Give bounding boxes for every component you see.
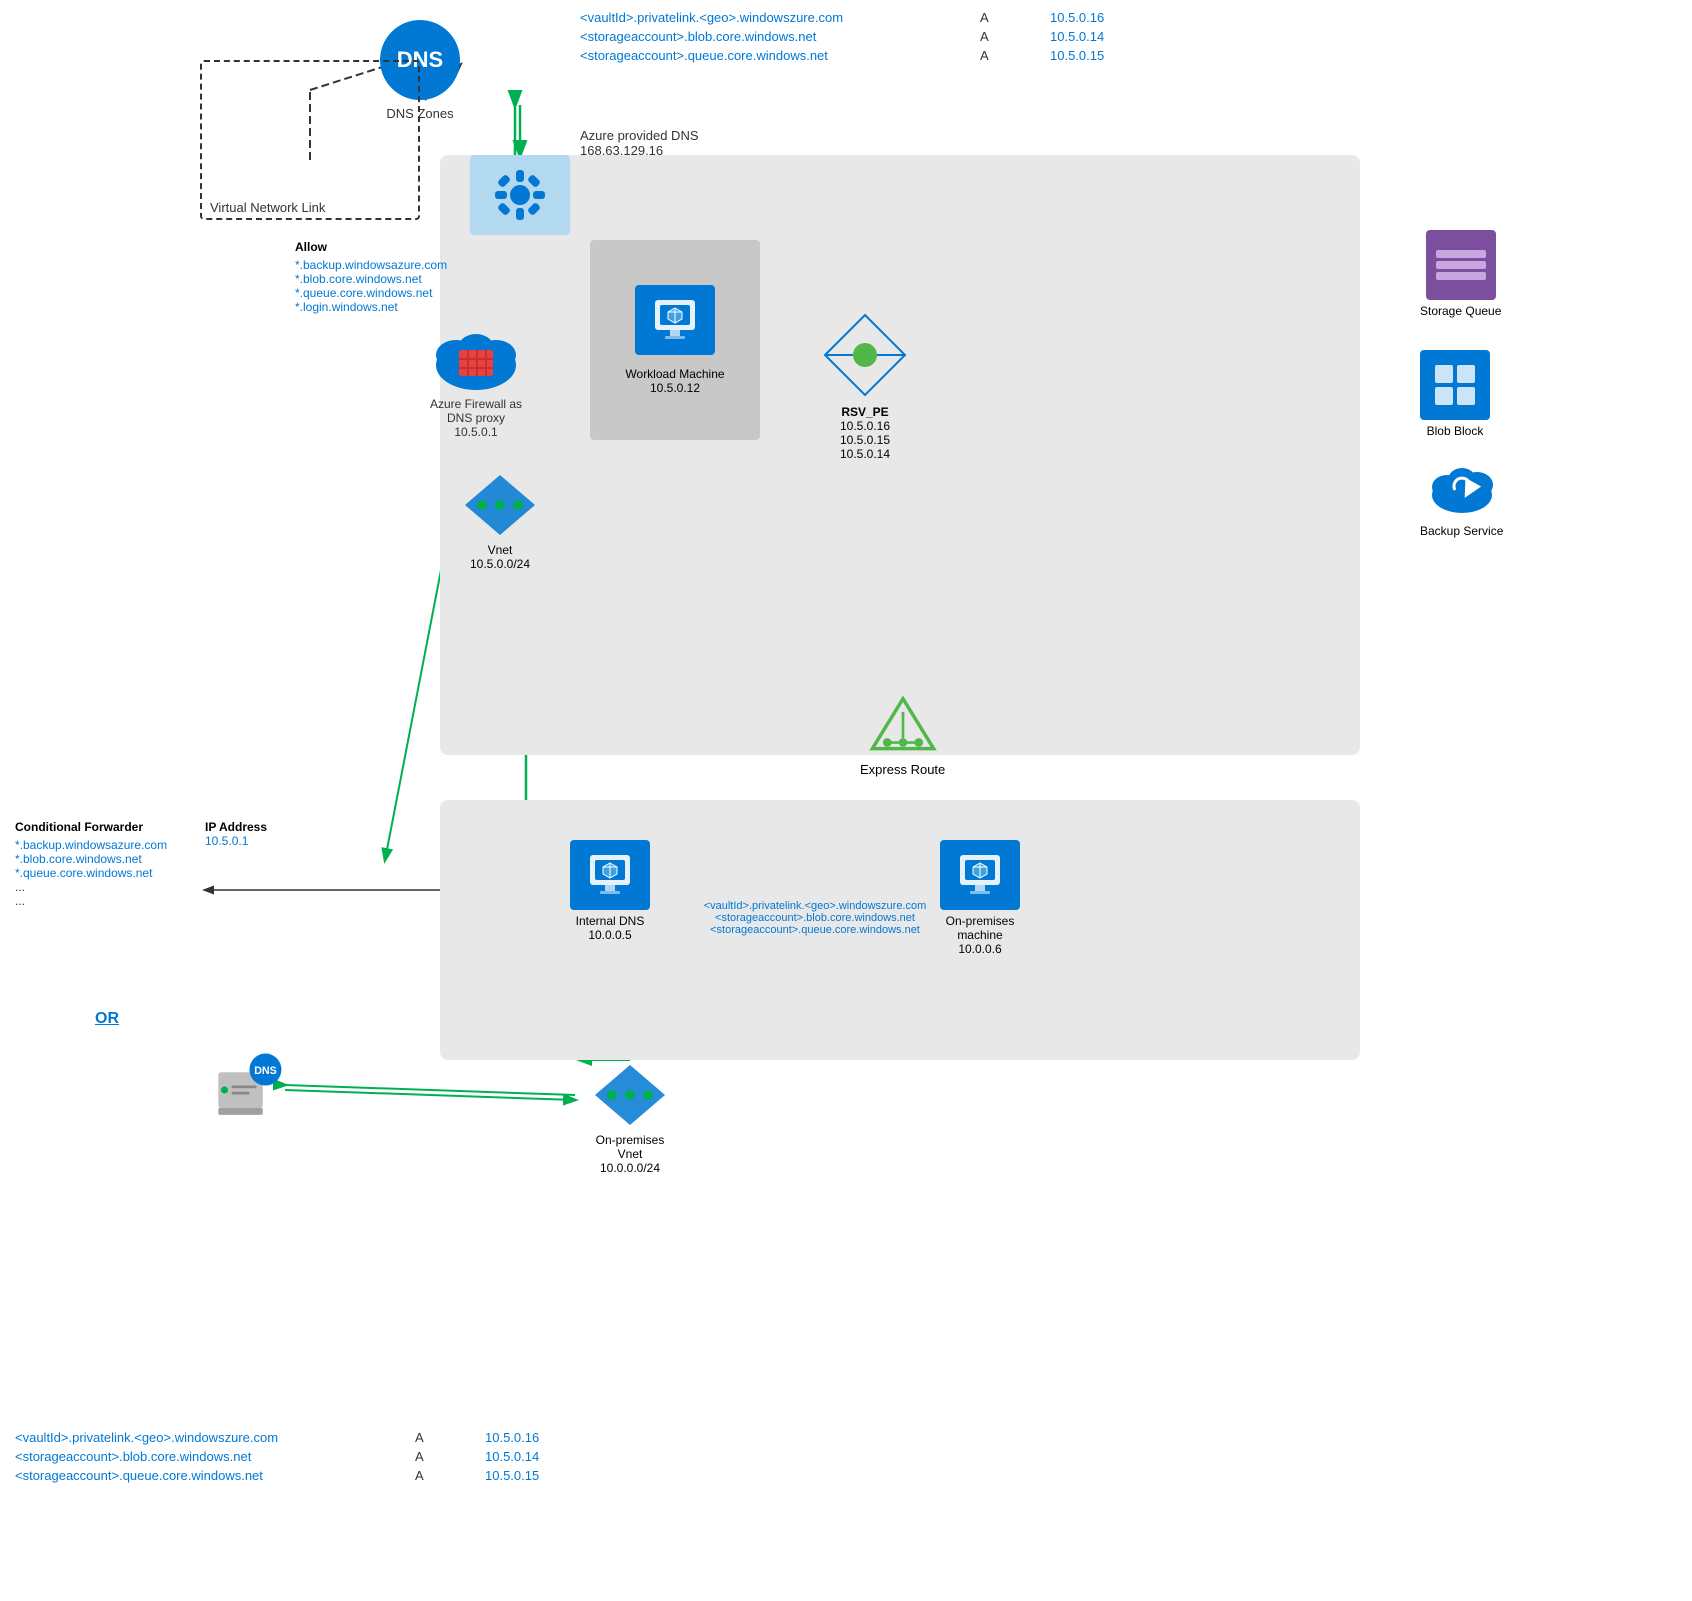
dns-record-name-2: <storageaccount>.blob.core.windows.net xyxy=(580,29,940,44)
blob-block-label: Blob Block xyxy=(1420,424,1490,438)
dns-record-bottom-name-3: <storageaccount>.queue.core.windows.net xyxy=(15,1468,375,1483)
backup-service-visual xyxy=(1427,450,1497,520)
between-dns-labels: <vaultId>.privatelink.<geo>.windowszure.… xyxy=(625,900,1005,936)
dns-record-bottom-ip-3: 10.5.0.15 xyxy=(485,1468,539,1483)
allow-title: Allow xyxy=(295,240,447,254)
dns-record-type-2: A xyxy=(980,29,1010,44)
workload-machine-icon xyxy=(635,285,715,355)
dns-record-bottom-name-1: <vaultId>.privatelink.<geo>.windowszure.… xyxy=(15,1430,375,1445)
or-label: OR xyxy=(95,1010,119,1028)
cf-ellipsis-1: ... xyxy=(15,880,167,894)
vnet-cidr: 10.5.0.0/24 xyxy=(470,557,530,571)
firewall-label1: Azure Firewall as xyxy=(430,397,522,411)
allow-text: Allow *.backup.windowsazure.com *.blob.c… xyxy=(295,240,447,314)
dns-record-ip-1: 10.5.0.16 xyxy=(1050,10,1104,25)
allow-url-1: *.backup.windowsazure.com xyxy=(295,258,447,272)
dns-server-svg: DNS xyxy=(205,1045,285,1135)
storage-queue-icon: Storage Queue xyxy=(1420,230,1501,318)
cf-url-1: *.backup.windowsazure.com xyxy=(15,838,167,852)
blob-block-svg xyxy=(1430,360,1480,410)
onprem-machine-svg xyxy=(955,850,1005,900)
backup-service-icon: Backup Service xyxy=(1420,450,1503,538)
ip-address-title: IP Address xyxy=(205,820,267,834)
rsvpe-label: RSV_PE xyxy=(820,405,910,419)
express-route-visual xyxy=(868,690,938,760)
conditional-forwarder: Conditional Forwarder *.backup.windowsaz… xyxy=(15,820,167,908)
azure-firewall-icon: Azure Firewall as DNS proxy 10.5.0.1 xyxy=(430,320,522,439)
between-dns-1: <vaultId>.privatelink.<geo>.windowszure.… xyxy=(625,900,1005,912)
rsvpe-ip2: 10.5.0.15 xyxy=(820,433,910,447)
storage-queue-label: Storage Queue xyxy=(1420,304,1501,318)
allow-url-4: *.login.windows.net xyxy=(295,300,447,314)
ip-address-value: 10.5.0.1 xyxy=(205,834,267,848)
workload-machine-box: Workload Machine 10.5.0.12 xyxy=(590,240,760,440)
firewall-ip: 10.5.0.1 xyxy=(454,425,497,439)
onprem-vnet-cidr: 10.0.0.0/24 xyxy=(600,1161,660,1175)
allow-url-2: *.blob.core.windows.net xyxy=(295,272,447,286)
onprem-vnet-label2: Vnet xyxy=(618,1147,643,1161)
azure-dns-ip: 168.63.129.16 xyxy=(580,143,699,158)
express-route-label: Express Route xyxy=(860,762,945,777)
firewall-label2: DNS proxy xyxy=(447,411,505,425)
onprem-machine-icon: On-premises machine 10.0.0.6 xyxy=(940,840,1020,956)
cf-title: Conditional Forwarder xyxy=(15,820,167,834)
workload-machine-svg xyxy=(650,295,700,345)
backup-service-label: Backup Service xyxy=(1420,524,1503,538)
dns-record-bottom-ip-2: 10.5.0.14 xyxy=(485,1449,539,1464)
onprem-machine-ip: 10.0.0.6 xyxy=(958,942,1001,956)
dns-record-name-3: <storageaccount>.queue.core.windows.net xyxy=(580,48,940,63)
dns-server-visual: DNS xyxy=(205,1050,285,1130)
workload-label: Workload Machine xyxy=(625,367,724,381)
cf-url-2: *.blob.core.windows.net xyxy=(15,852,167,866)
dns-record-bottom-ip-1: 10.5.0.16 xyxy=(485,1430,539,1445)
azure-dns-title: Azure provided DNS xyxy=(580,128,699,143)
svg-text:DNS: DNS xyxy=(254,1065,277,1077)
vnet-link-label: Virtual Network Link xyxy=(210,200,325,215)
onprem-dns-server: DNS xyxy=(205,1050,285,1130)
between-dns-2: <storageaccount>.blob.core.windows.net xyxy=(625,912,1005,924)
internal-dns-svg xyxy=(585,850,635,900)
onprem-vnet-icon: On-premises Vnet 10.0.0.0/24 xyxy=(590,1060,670,1175)
dns-record-bottom-type-3: A xyxy=(415,1468,445,1483)
rsvpe-icon: RSV_PE 10.5.0.16 10.5.0.15 10.5.0.14 xyxy=(820,310,910,461)
blob-block-visual xyxy=(1420,350,1490,420)
workload-ip: 10.5.0.12 xyxy=(650,381,700,395)
dns-records-top: <vaultId>.privatelink.<geo>.windowszure.… xyxy=(580,10,1104,67)
ip-address-label: IP Address 10.5.0.1 xyxy=(205,820,267,848)
dns-record-bottom-type-1: A xyxy=(415,1430,445,1445)
cf-url-3: *.queue.core.windows.net xyxy=(15,866,167,880)
onprem-vnet-diamond-svg xyxy=(590,1060,670,1130)
between-dns-3: <storageaccount>.queue.core.windows.net xyxy=(625,924,1005,936)
rsvpe-ip1: 10.5.0.16 xyxy=(820,419,910,433)
vnet-icon: Vnet 10.5.0.0/24 xyxy=(460,470,540,571)
diagram-container: <vaultId>.privatelink.<geo>.windowszure.… xyxy=(0,0,1692,1601)
firewall-cloud-svg xyxy=(431,320,521,390)
rsvpe-ip3: 10.5.0.14 xyxy=(820,447,910,461)
express-route-svg xyxy=(868,690,938,760)
vnet-link-box xyxy=(200,60,420,220)
vnet-label: Vnet xyxy=(488,543,513,557)
onprem-vnet-label: On-premises xyxy=(596,1133,665,1147)
gear-icon xyxy=(490,165,550,225)
azure-dns-label: Azure provided DNS 168.63.129.16 xyxy=(580,128,699,158)
rsvpe-diamond-svg xyxy=(820,310,910,400)
backup-service-svg xyxy=(1427,455,1497,515)
express-route-icon: Express Route xyxy=(860,690,945,777)
dns-records-bottom: <vaultId>.privatelink.<geo>.windowszure.… xyxy=(15,1430,539,1487)
vnet-diamond-svg xyxy=(460,470,540,540)
dns-record-ip-3: 10.5.0.15 xyxy=(1050,48,1104,63)
dns-record-type-1: A xyxy=(980,10,1010,25)
dns-record-bottom-name-2: <storageaccount>.blob.core.windows.net xyxy=(15,1449,375,1464)
cf-ellipsis-2: ... xyxy=(15,894,167,908)
azure-dns-icon xyxy=(470,155,570,235)
dns-record-type-3: A xyxy=(980,48,1010,63)
dns-record-ip-2: 10.5.0.14 xyxy=(1050,29,1104,44)
storage-queue-visual xyxy=(1426,230,1496,300)
allow-url-3: *.queue.core.windows.net xyxy=(295,286,447,300)
dns-record-bottom-type-2: A xyxy=(415,1449,445,1464)
dns-record-name-1: <vaultId>.privatelink.<geo>.windowszure.… xyxy=(580,10,940,25)
blob-block-icon: Blob Block xyxy=(1420,350,1490,438)
